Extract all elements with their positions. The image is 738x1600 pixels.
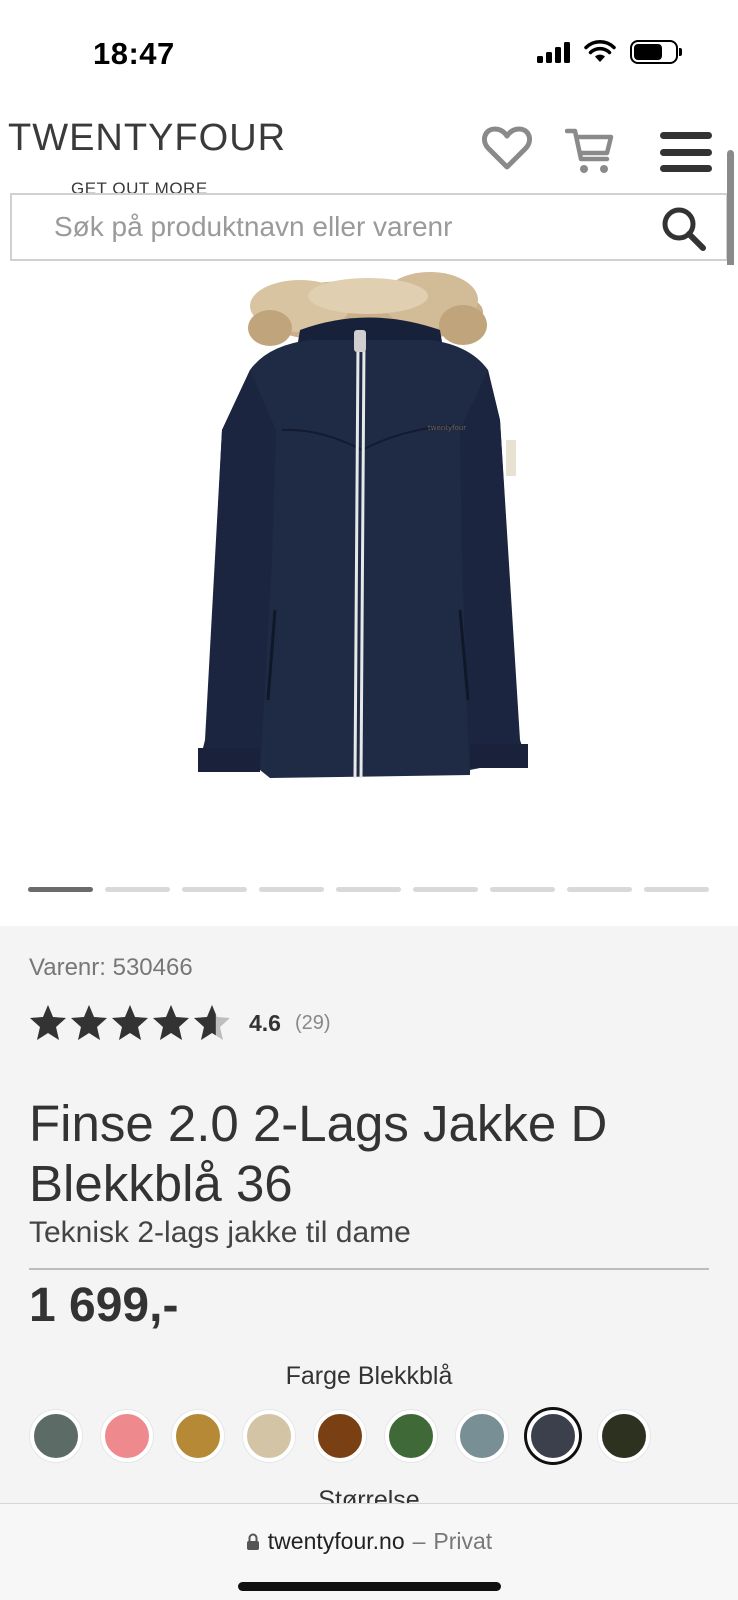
color-swatch[interactable]	[172, 1410, 224, 1462]
image-carousel-indicator[interactable]	[28, 887, 709, 892]
private-mode-label: Privat	[433, 1528, 493, 1554]
sku-value: 530466	[112, 954, 193, 981]
color-swatch[interactable]	[385, 1410, 437, 1462]
status-icons	[537, 40, 682, 64]
carousel-dot[interactable]	[105, 887, 170, 892]
rating-stars	[29, 1004, 231, 1042]
site-header: TWENTYFOUR GET OUT MORE	[0, 105, 738, 198]
carousel-dot[interactable]	[490, 887, 555, 892]
star-icon	[30, 1005, 66, 1040]
battery-icon	[630, 40, 682, 64]
url-separator: –	[412, 1528, 426, 1554]
sku: Varenr: 530466	[29, 954, 193, 982]
product-rating[interactable]: 4.6 (29)	[29, 1004, 331, 1042]
star-icon	[71, 1005, 107, 1040]
cart-icon[interactable]	[565, 125, 615, 177]
product-image[interactable]: twentyfour	[0, 265, 738, 845]
carousel-dot[interactable]	[644, 887, 709, 892]
color-swatch[interactable]	[101, 1410, 153, 1462]
color-swatch[interactable]	[598, 1410, 650, 1462]
star-icon	[112, 1005, 148, 1040]
color-label: Farge Blekkblå	[285, 1362, 453, 1390]
logo-text: TWENTYFOUR	[8, 117, 287, 159]
carousel-dot[interactable]	[567, 887, 632, 892]
divider	[29, 1268, 709, 1270]
product-title: Finse 2.0 2-Lags Jakke D Blekkblå 36	[29, 1095, 608, 1212]
star-icon	[194, 1005, 230, 1040]
logo[interactable]: TWENTYFOUR GET OUT MORE	[8, 117, 287, 198]
url-domain: twentyfour.no	[267, 1528, 405, 1554]
carousel-dot[interactable]	[413, 887, 478, 892]
svg-text:twentyfour: twentyfour	[428, 424, 466, 432]
wifi-icon	[584, 40, 616, 62]
sku-label: Varenr:	[29, 954, 106, 981]
browser-address-bar[interactable]: twentyfour.no – Privat	[0, 1503, 738, 1600]
lock-icon	[246, 1533, 259, 1550]
jacket-image: twentyfour	[198, 272, 528, 779]
search-bar	[10, 193, 728, 261]
status-bar: 18:47	[0, 0, 738, 105]
menu-icon[interactable]	[660, 132, 712, 172]
product-info-panel: Varenr: 530466 4.6 (29) Finse 2.0 2-Lags…	[0, 926, 738, 1506]
carousel-dot[interactable]	[28, 887, 93, 892]
status-time: 18:47	[93, 36, 175, 71]
color-swatch[interactable]	[456, 1410, 508, 1462]
search-input[interactable]	[54, 207, 644, 247]
color-swatches	[30, 1410, 650, 1462]
color-swatch[interactable]	[314, 1410, 366, 1462]
rating-count[interactable]: (29)	[295, 1012, 331, 1035]
color-swatch[interactable]	[30, 1410, 82, 1462]
cellular-signal-icon	[537, 41, 570, 63]
star-icon	[153, 1005, 189, 1040]
carousel-dot[interactable]	[182, 887, 247, 892]
heart-icon[interactable]	[482, 125, 532, 171]
search-icon[interactable]	[660, 205, 708, 253]
home-indicator[interactable]	[238, 1582, 501, 1591]
url-display[interactable]: twentyfour.no – Privat	[0, 1528, 738, 1555]
carousel-dot[interactable]	[336, 887, 401, 892]
rating-value: 4.6	[249, 1009, 281, 1036]
color-swatch[interactable]	[527, 1410, 579, 1462]
carousel-dot[interactable]	[259, 887, 324, 892]
product-price: 1 699,-	[29, 1279, 179, 1332]
product-subtitle: Teknisk 2-lags jakke til dame	[29, 1216, 411, 1249]
color-swatch[interactable]	[243, 1410, 295, 1462]
